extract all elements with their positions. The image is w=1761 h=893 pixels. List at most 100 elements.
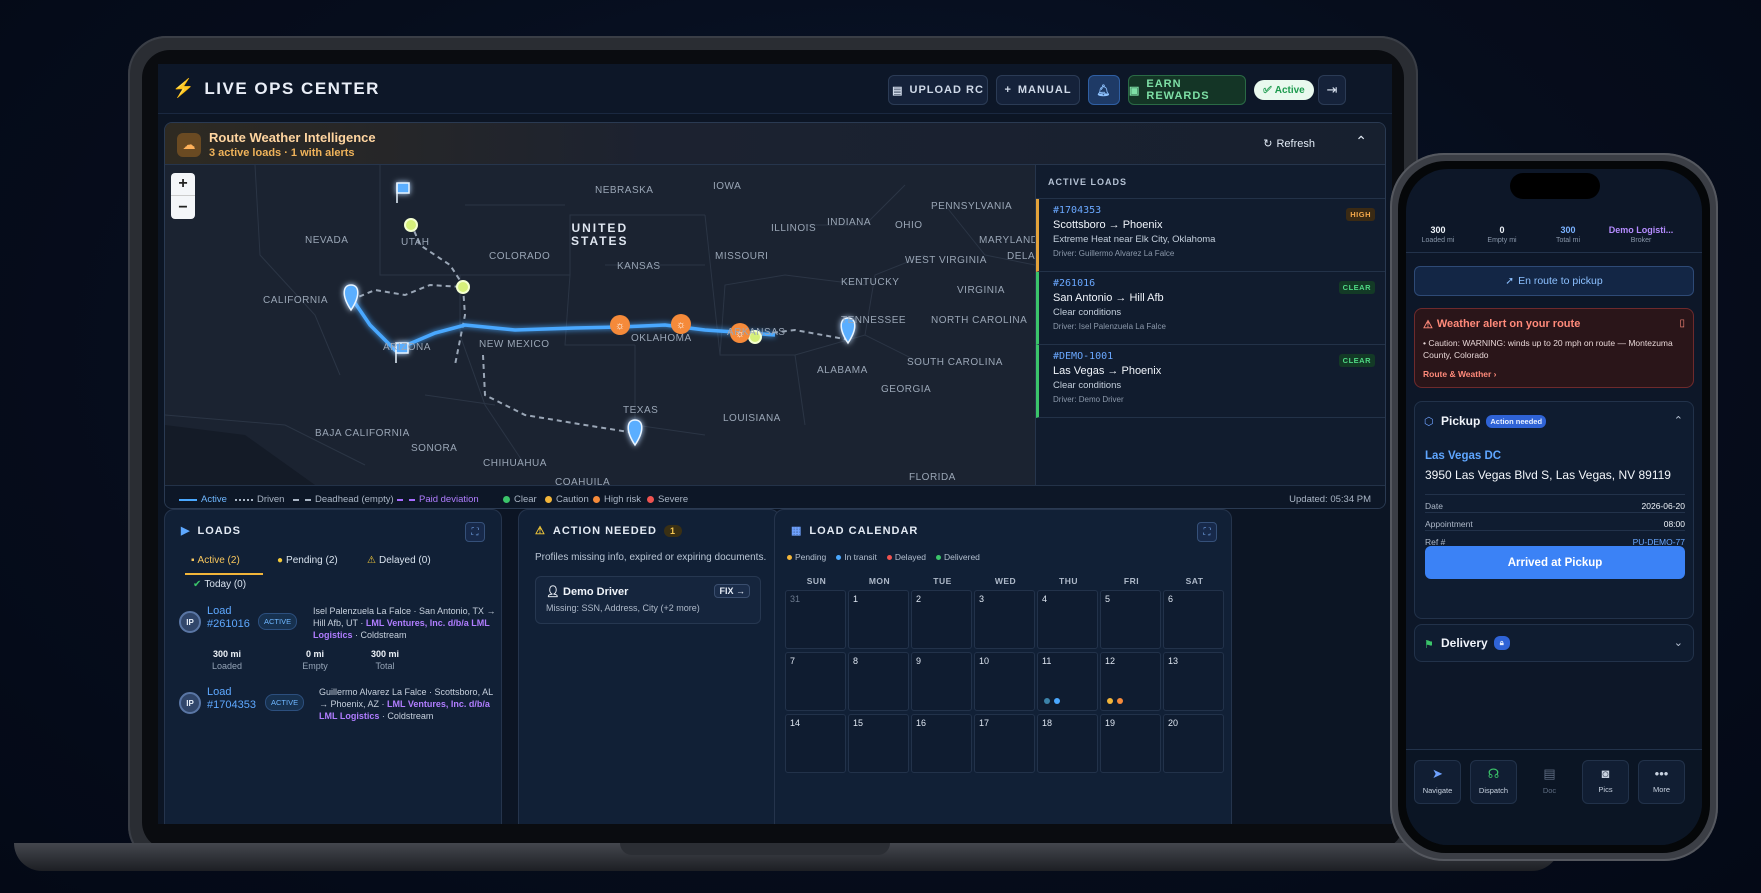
- loads-title-row: ▶ LOADS: [181, 524, 241, 538]
- plus-icon: +: [1004, 84, 1012, 96]
- calendar-day[interactable]: 11: [1037, 652, 1098, 711]
- notifications-button[interactable]: 🔔︎: [1088, 75, 1120, 105]
- load-driver: Driver: Guillermo Alvarez La Falce: [1053, 249, 1175, 258]
- chevron-up-icon[interactable]: ⌃: [1674, 414, 1683, 427]
- total-mi-label: Total mi: [1555, 237, 1581, 244]
- map-label-north-carolina: NORTH CAROLINA: [931, 315, 1028, 326]
- calendar-day[interactable]: 20: [1163, 714, 1224, 773]
- nav-more[interactable]: ••• More: [1638, 760, 1685, 804]
- collapse-button[interactable]: ⌃: [1355, 133, 1367, 150]
- arrived-at-pickup-button[interactable]: Arrived at Pickup: [1425, 546, 1685, 579]
- load-link[interactable]: Load #261016: [207, 605, 251, 631]
- calendar-day[interactable]: 19: [1100, 714, 1161, 773]
- expand-icon: ⛶: [471, 526, 479, 538]
- nav-navigate[interactable]: ➤ Navigate: [1414, 760, 1461, 804]
- risk-badge: HIGH: [1346, 208, 1375, 221]
- route-status-label: En route to pickup: [1518, 275, 1603, 287]
- fix-button[interactable]: FIX →: [714, 584, 750, 598]
- upload-rc-button[interactable]: ▤ UPLOAD RC: [888, 75, 988, 105]
- refresh-button[interactable]: ↻ Refresh: [1263, 137, 1315, 151]
- calendar-day[interactable]: 6: [1163, 590, 1224, 649]
- legend-delayed-label: Delayed: [894, 552, 926, 562]
- chevron-down-icon[interactable]: ⌄: [1674, 636, 1683, 649]
- map-label-florida: FLORIDA: [909, 472, 956, 483]
- event-dot: [1107, 698, 1113, 704]
- tab-today[interactable]: ✔ Today (0): [193, 579, 246, 590]
- day-number: 5: [1105, 594, 1111, 604]
- calendar-day[interactable]: 10: [974, 652, 1035, 711]
- calendar-day[interactable]: 31: [785, 590, 846, 649]
- status-label: Active: [1274, 84, 1305, 96]
- action-count: 1: [663, 524, 682, 537]
- map-label-illinois: ILLINOIS: [771, 223, 817, 234]
- nav-doc[interactable]: ▤ Doc: [1526, 760, 1573, 804]
- active-load-item[interactable]: #261016 San Antonio → Hill Afb Clear con…: [1036, 272, 1385, 345]
- calendar-day[interactable]: 9: [911, 652, 972, 711]
- driver-issue-item[interactable]: 👤︎ Demo Driver Missing: SSN, Address, Ci…: [535, 576, 761, 624]
- calendar-day[interactable]: 8: [848, 652, 909, 711]
- zoom-in-button[interactable]: +: [171, 173, 195, 196]
- delivery-card[interactable]: ⚑ Delivery 🔒︎ ⌄: [1414, 624, 1694, 662]
- load-link[interactable]: Load #1704353: [207, 686, 256, 712]
- earn-rewards-button[interactable]: ▣ EARN REWARDS: [1128, 75, 1246, 105]
- map-icon[interactable]: ▯: [1679, 318, 1685, 329]
- user-icon: 👤︎: [546, 586, 564, 598]
- calendar-day[interactable]: 4: [1037, 590, 1098, 649]
- action-title: ACTION NEEDED: [552, 524, 657, 537]
- route-map[interactable]: ☼ ☼ ☼ NEBRASKA IOWA PENNSYLVANIA NEVADA …: [165, 165, 1035, 485]
- paid-deviation-line-swatch: [397, 498, 415, 501]
- calendar-day[interactable]: 12: [1100, 652, 1161, 711]
- active-badge-label: ACTIVE: [271, 698, 299, 707]
- driver-name: Demo Driver: [563, 586, 629, 598]
- calendar-day[interactable]: 14: [785, 714, 846, 773]
- laptop-screen: ⚡ LIVE OPS CENTER ▤ UPLOAD RC + MANUAL 🔔…: [158, 64, 1392, 824]
- calendar-day[interactable]: 3: [974, 590, 1035, 649]
- map-label-tennessee: TENNESSEE: [841, 315, 907, 326]
- tab-pending[interactable]: ● Pending (2): [277, 555, 338, 566]
- calendar-day[interactable]: 13: [1163, 652, 1224, 711]
- load-row[interactable]: IP Load #1704353 ACTIVE Guillermo Alvare…: [179, 686, 499, 726]
- calendar-day[interactable]: 15: [848, 714, 909, 773]
- route-weather-link[interactable]: Route & Weather ›: [1423, 369, 1497, 379]
- legend-driven-label: Driven: [257, 494, 285, 505]
- pickup-title: Pickup: [1441, 414, 1481, 428]
- package-icon: ⬡: [1424, 416, 1434, 428]
- empty-mi-value: 0: [1499, 225, 1505, 235]
- tab-delayed[interactable]: ⚠ Delayed (0): [367, 555, 431, 566]
- legend-active-label: Active: [201, 494, 227, 505]
- zoom-out-button[interactable]: −: [171, 196, 195, 219]
- active-load-item[interactable]: #1704353 Scottsboro → Phoenix Extreme He…: [1036, 199, 1385, 272]
- delivery-title: Delivery: [1441, 636, 1488, 650]
- day-number: 18: [1042, 718, 1053, 728]
- driven-line-swatch: [235, 498, 253, 501]
- total-mi-stat: 300 Total mi: [1538, 225, 1598, 244]
- pickup-place[interactable]: Las Vegas DC: [1425, 450, 1501, 462]
- expand-calendar-button[interactable]: ⛶: [1197, 522, 1217, 542]
- action-title-row: ⚠ ACTION NEEDED 1: [535, 524, 682, 537]
- route-status-button[interactable]: ➚ En route to pickup: [1414, 266, 1694, 296]
- calendar-day[interactable]: 5: [1100, 590, 1161, 649]
- calendar-day[interactable]: 1: [848, 590, 909, 649]
- day-number: 17: [979, 718, 990, 728]
- manual-button[interactable]: + MANUAL: [996, 75, 1080, 105]
- calendar-day[interactable]: 17: [974, 714, 1035, 773]
- pickup-title-row: Pickup Action needed: [1441, 414, 1547, 428]
- expand-loads-button[interactable]: ⛶: [465, 522, 485, 542]
- active-load-item[interactable]: #DEMO-1001 Las Vegas → Phoenix Clear con…: [1036, 345, 1385, 418]
- tab-active[interactable]: ▪ Active (2): [191, 555, 240, 566]
- nav-dispatch[interactable]: ☊ Dispatch: [1470, 760, 1517, 804]
- logout-button[interactable]: ⇥: [1318, 75, 1346, 105]
- calendar-day[interactable]: 16: [911, 714, 972, 773]
- map-label-united-states: UNITED STATES: [571, 221, 629, 248]
- nav-more-label: More: [1652, 785, 1671, 794]
- calendar-day[interactable]: 7: [785, 652, 846, 711]
- weather-alert: ⚠ Weather alert on your route ▯ • Caution…: [1414, 308, 1694, 388]
- check-icon: ✅︎: [1263, 84, 1272, 96]
- empty-value: 0 mi: [305, 649, 324, 659]
- risk-badge: CLEAR: [1338, 354, 1375, 367]
- nav-pics[interactable]: ◙ Pics: [1582, 760, 1629, 804]
- calendar-day[interactable]: 2: [911, 590, 972, 649]
- day-of-week-wed: WED: [994, 576, 1017, 586]
- calendar-day[interactable]: 18: [1037, 714, 1098, 773]
- load-row[interactable]: IP Load #261016 ACTIVE Isel Palenzuela L…: [179, 605, 499, 675]
